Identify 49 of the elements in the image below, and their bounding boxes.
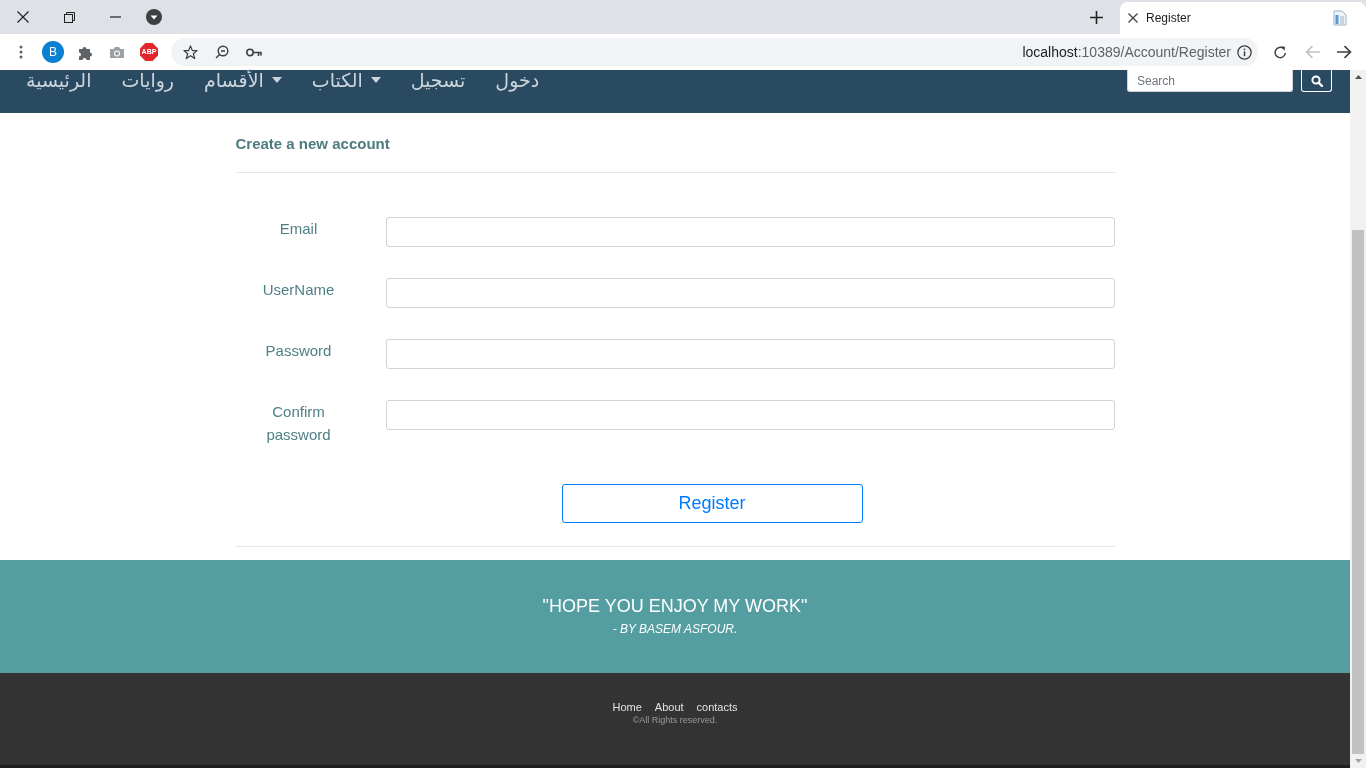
- copyright-text: ©All Rights reserved.: [631, 715, 719, 726]
- dropdown-icon: [146, 9, 162, 25]
- star-icon: [182, 44, 198, 60]
- input-field[interactable]: [385, 400, 1115, 430]
- restore-icon: [63, 11, 75, 23]
- zoom-out-icon: [215, 45, 229, 59]
- nav-link[interactable]: دخول: [495, 70, 540, 90]
- menu-icon: [19, 45, 23, 59]
- quote-text: "HOPE YOU ENJOY MY WORK": [541, 596, 809, 616]
- close-icon[interactable]: [1128, 13, 1138, 23]
- puzzle-icon: [77, 44, 93, 60]
- browser-tab[interactable]: Register: [1120, 2, 1366, 34]
- caret-icon: [271, 77, 282, 83]
- camera-icon: [109, 45, 125, 59]
- plus-icon: [1089, 10, 1103, 24]
- author-text: - BY BASEM ASFOUR.: [611, 622, 739, 636]
- footer-link[interactable]: Home: [612, 701, 642, 714]
- search-button[interactable]: [1301, 70, 1332, 92]
- minimize-icon: [109, 16, 121, 18]
- field-label: Password: [265, 341, 332, 361]
- field-label: Confirm password: [265, 402, 332, 445]
- search-field[interactable]: Search: [1127, 70, 1293, 92]
- address-bar[interactable]: localhost:10389/Account/Register: [171, 38, 1258, 66]
- register-button[interactable]: Register: [561, 484, 863, 523]
- nav-dropdown[interactable]: الكتاب: [311, 70, 381, 90]
- info-icon[interactable]: [1237, 44, 1252, 60]
- field-label: UserName: [262, 280, 335, 300]
- url-text: localhost:10389/Account/Register: [1022, 42, 1231, 62]
- footer-link[interactable]: About: [654, 701, 684, 714]
- footer-link[interactable]: contacts: [696, 701, 738, 714]
- scrollbar[interactable]: [1350, 70, 1366, 768]
- reload-icon: [1272, 44, 1288, 60]
- form-title: Create a new account: [235, 134, 391, 154]
- close-icon: [17, 11, 29, 23]
- search-icon: [1310, 74, 1323, 87]
- nav-dropdown[interactable]: الأقسام: [204, 70, 282, 90]
- document-icon: [1332, 10, 1348, 26]
- input-field[interactable]: [385, 339, 1115, 369]
- forward-arrow-icon: [1336, 45, 1352, 59]
- field-label: Email: [279, 219, 318, 239]
- caret-icon: [370, 77, 381, 83]
- nav-link[interactable]: تسجيل: [410, 70, 466, 90]
- back-arrow-icon: [1304, 45, 1320, 59]
- profile-avatar[interactable]: B: [42, 41, 64, 63]
- scrollbar-thumb[interactable]: [1352, 230, 1364, 754]
- input-field[interactable]: [385, 217, 1115, 247]
- input-field[interactable]: [385, 278, 1115, 308]
- scroll-up-icon[interactable]: [1354, 75, 1362, 79]
- key-icon: [246, 47, 262, 57]
